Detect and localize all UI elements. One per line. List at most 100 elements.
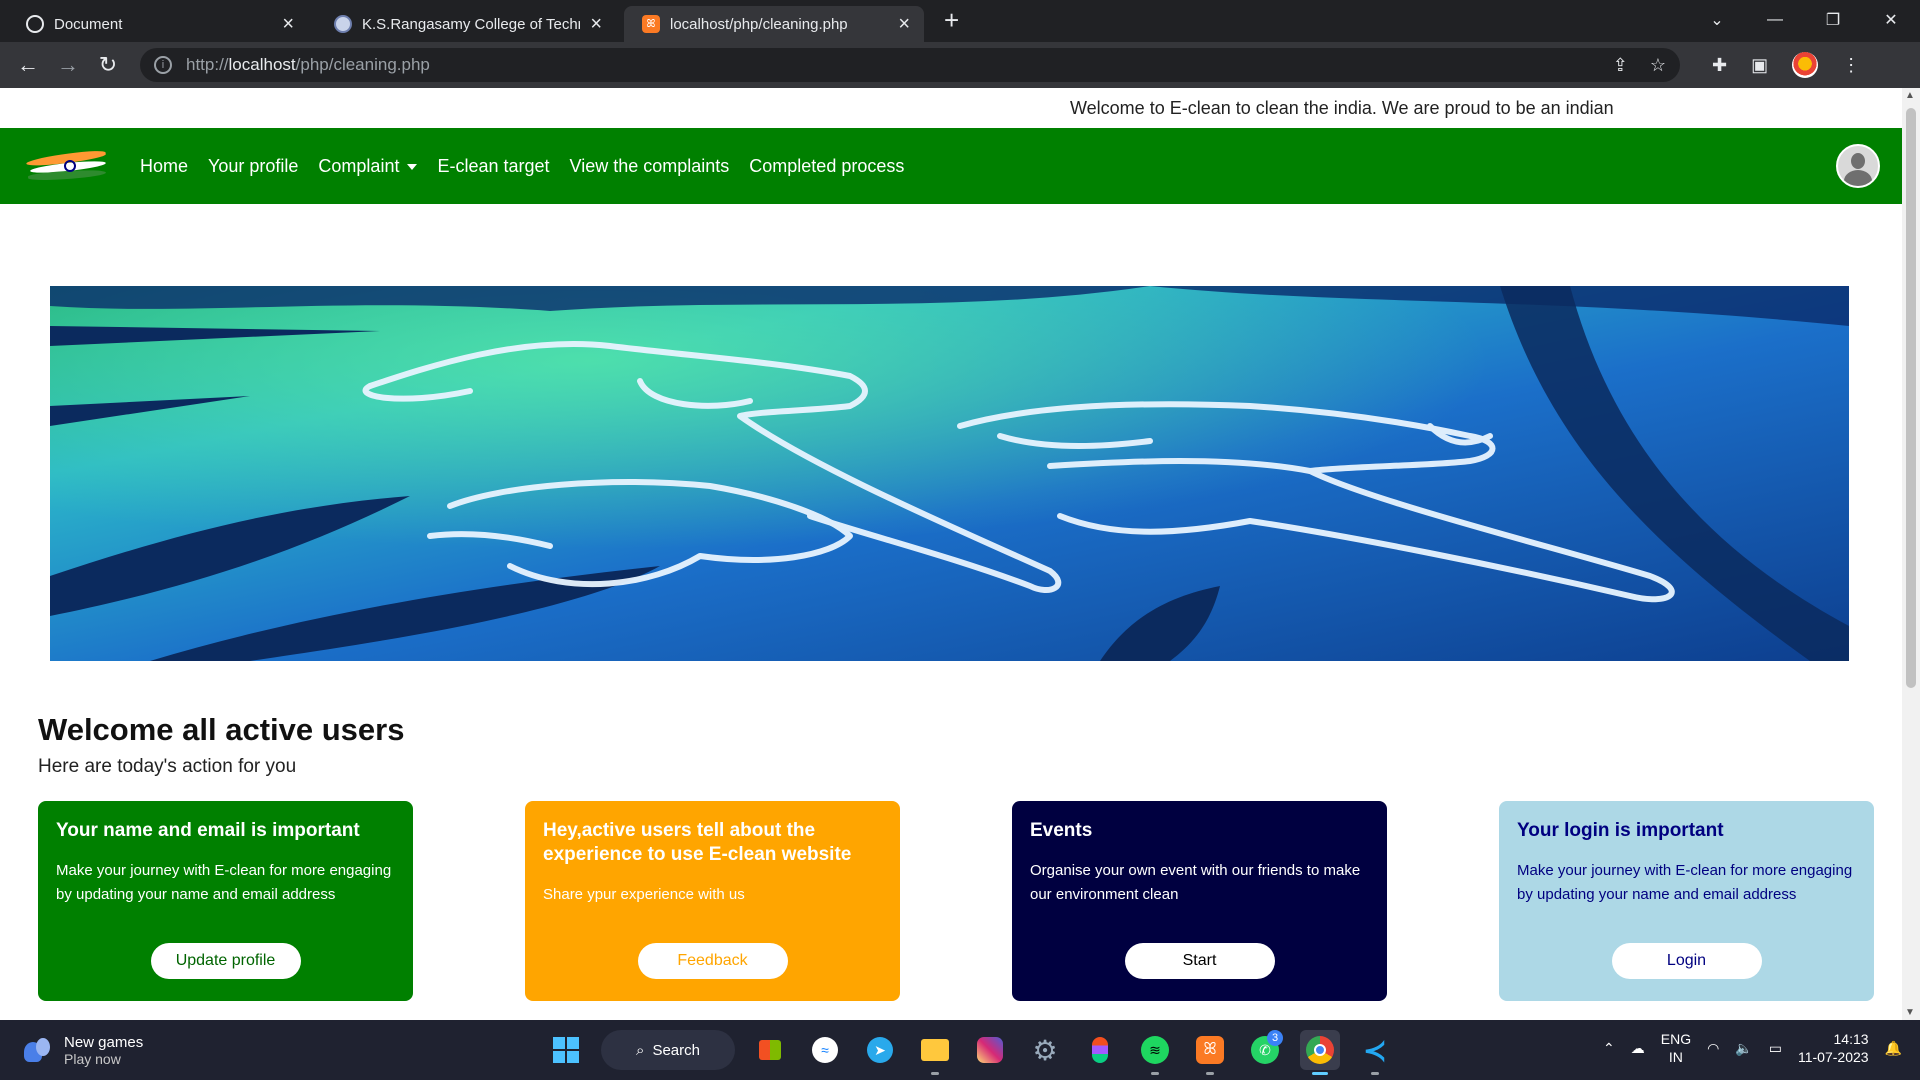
- card-title: Your name and email is important: [56, 820, 360, 841]
- system-tray: ⌃ ☁ ENG IN ◠ 🔈 ▭ 14:13 11-07-2023 🔔: [1603, 1030, 1902, 1066]
- nav-home[interactable]: Home: [140, 156, 188, 177]
- search-label: Search: [652, 1041, 700, 1059]
- card-login: Your login is important Make your journe…: [1499, 801, 1874, 1001]
- scroll-down-icon[interactable]: ▼: [1905, 1007, 1915, 1018]
- microsoft-store-icon[interactable]: [750, 1030, 790, 1070]
- main-navbar: Home Your profile Complaint E-clean targ…: [0, 128, 1902, 204]
- user-avatar-icon[interactable]: [1836, 144, 1880, 188]
- scroll-up-icon[interactable]: ▲: [1905, 90, 1915, 101]
- window-controls: ⌄ — ❐ ✕: [1688, 0, 1920, 40]
- close-tab-icon[interactable]: ×: [590, 14, 602, 34]
- lang-bottom: IN: [1668, 1049, 1683, 1065]
- tab-title: K.S.Rangasamy College of Techno: [362, 15, 581, 33]
- page-subheading: Here are today's action for you: [38, 756, 297, 777]
- xampp-taskbar-icon[interactable]: ꕤ: [1190, 1030, 1230, 1075]
- reload-button[interactable]: ↻: [88, 52, 128, 78]
- volume-icon[interactable]: 🔈: [1735, 1040, 1752, 1057]
- vscode-icon[interactable]: ≺: [1355, 1030, 1395, 1075]
- tab-title: Document: [54, 15, 123, 33]
- minimize-button[interactable]: —: [1746, 11, 1804, 29]
- card-text: Make your journey with E-clean for more …: [56, 862, 392, 903]
- feedback-button[interactable]: Feedback: [637, 943, 788, 979]
- start-button[interactable]: [546, 1030, 586, 1070]
- nav-eclean-target[interactable]: E-clean target: [437, 156, 549, 177]
- scrollbar-thumb[interactable]: [1906, 108, 1916, 688]
- clock-date: 11-07-2023: [1797, 1049, 1869, 1065]
- india-flag-logo[interactable]: [22, 148, 112, 184]
- nav-completed-process[interactable]: Completed process: [749, 156, 904, 177]
- onedrive-cloud-icon[interactable]: ☁: [1631, 1040, 1645, 1057]
- card-update-profile: Your name and email is important Make yo…: [38, 801, 413, 1001]
- card-title: Hey,active users tell about the experien…: [543, 820, 852, 865]
- start-button[interactable]: Start: [1124, 943, 1275, 979]
- tab-ksr-college[interactable]: K.S.Rangasamy College of Techno ×: [316, 6, 616, 42]
- card-text: Share ypur experience with us: [543, 886, 745, 903]
- login-button[interactable]: Login: [1611, 943, 1762, 979]
- menu-kebab-icon[interactable]: ⋮: [1842, 55, 1860, 76]
- forward-button[interactable]: →: [48, 52, 88, 78]
- messenger-icon[interactable]: ≈: [805, 1030, 845, 1070]
- notification-bell-icon[interactable]: 🔔: [1885, 1040, 1902, 1057]
- restore-button[interactable]: ❐: [1804, 10, 1862, 30]
- lang-top: ENG: [1660, 1031, 1692, 1047]
- hero-banner-image: [50, 286, 1849, 661]
- address-bar[interactable]: i http://localhost/php/cleaning.php ⇪ ☆: [140, 48, 1680, 82]
- profile-avatar-icon[interactable]: [1792, 52, 1819, 78]
- telegram-icon[interactable]: ➤: [860, 1030, 900, 1070]
- xampp-icon: ꕤ: [642, 15, 660, 33]
- college-logo-icon: [334, 15, 352, 33]
- back-button[interactable]: ←: [8, 52, 48, 78]
- page-heading: Welcome all active users: [38, 712, 405, 747]
- show-hidden-icons-chevron-icon[interactable]: ⌃: [1603, 1040, 1615, 1057]
- close-tab-icon[interactable]: ×: [282, 14, 294, 34]
- language-indicator[interactable]: ENG IN: [1661, 1030, 1691, 1066]
- card-feedback: Hey,active users tell about the experien…: [525, 801, 900, 1001]
- browser-tabstrip: Document × K.S.Rangasamy College of Tech…: [0, 0, 1920, 42]
- taskbar-search[interactable]: ⌕ Search: [601, 1030, 735, 1070]
- windows-taskbar: New games Play now ⌕ Search ≈ ➤ ⚙ ≋ ꕤ ✆ 3…: [0, 1020, 1920, 1080]
- update-profile-button[interactable]: Update profile: [150, 943, 301, 979]
- url-host: localhost: [228, 55, 296, 74]
- nav-complaint-dropdown[interactable]: Complaint: [318, 155, 418, 177]
- side-panel-icon[interactable]: ▣: [1751, 55, 1768, 76]
- page-scrollbar[interactable]: ▲ ▼: [1902, 88, 1920, 1020]
- tab-search-icon[interactable]: ⌄: [1688, 10, 1746, 30]
- instagram-icon[interactable]: [970, 1030, 1010, 1070]
- search-icon: ⌕: [636, 1041, 645, 1059]
- card-events: Events Organise your own event with our …: [1012, 801, 1387, 1001]
- browser-toolbar: ← → ↻ i http://localhost/php/cleaning.ph…: [0, 42, 1920, 88]
- welcome-marquee: Welcome to E-clean to clean the india. W…: [0, 88, 1902, 128]
- whatsapp-icon[interactable]: ✆ 3: [1245, 1030, 1285, 1070]
- tab-document[interactable]: Document ×: [8, 6, 308, 42]
- games-widget[interactable]: New games Play now: [24, 1034, 264, 1067]
- wifi-icon[interactable]: ◠: [1707, 1040, 1719, 1057]
- url-scheme: http://: [186, 55, 229, 74]
- figma-icon[interactable]: [1080, 1030, 1120, 1070]
- card-title: Events: [1030, 820, 1093, 841]
- nav-complaint-label: Complaint: [318, 155, 400, 176]
- chrome-icon[interactable]: [1300, 1030, 1340, 1075]
- share-icon[interactable]: ⇪: [1613, 55, 1628, 76]
- caret-down-icon: [407, 163, 418, 170]
- spotify-icon[interactable]: ≋: [1135, 1030, 1175, 1075]
- battery-icon[interactable]: ▭: [1769, 1040, 1782, 1057]
- clean-india-artwork: [50, 286, 1849, 661]
- clock[interactable]: 14:13 11-07-2023: [1798, 1030, 1869, 1066]
- clock-time: 14:13: [1833, 1031, 1869, 1047]
- tab-cleaning[interactable]: ꕤ localhost/php/cleaning.php ×: [624, 6, 924, 42]
- nav-your-profile[interactable]: Your profile: [208, 156, 298, 177]
- file-explorer-icon[interactable]: [915, 1030, 955, 1075]
- url-path: /php/cleaning.php: [295, 55, 430, 74]
- close-window-button[interactable]: ✕: [1862, 10, 1920, 30]
- games-icon: [24, 1036, 52, 1064]
- info-icon[interactable]: i: [154, 56, 172, 74]
- nav-links: Home Your profile Complaint E-clean targ…: [140, 156, 904, 177]
- settings-gear-icon[interactable]: ⚙: [1025, 1030, 1065, 1070]
- bookmark-star-icon[interactable]: ☆: [1650, 55, 1666, 76]
- extensions-icon[interactable]: ✚: [1712, 55, 1727, 76]
- new-tab-button[interactable]: +: [944, 5, 959, 36]
- taskbar-apps: ⌕ Search ≈ ➤ ⚙ ≋ ꕤ ✆ 3 ≺: [546, 1030, 1395, 1075]
- card-text: Organise your own event with our friends…: [1030, 862, 1361, 903]
- close-tab-icon[interactable]: ×: [898, 14, 910, 34]
- nav-view-complaints[interactable]: View the complaints: [570, 156, 730, 177]
